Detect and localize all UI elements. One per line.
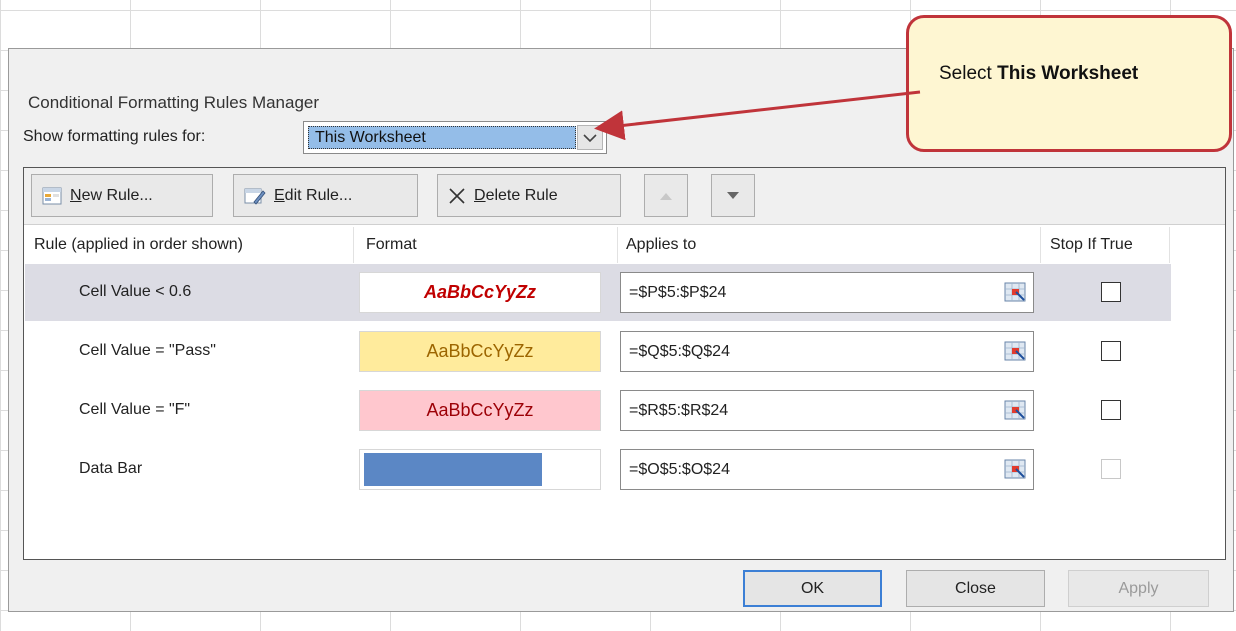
applies-to-field[interactable]: =$Q$5:$Q$24 (620, 331, 1034, 372)
stop-if-true-checkbox-disabled (1101, 459, 1121, 479)
applies-to-value: =$P$5:$P$24 (629, 284, 727, 301)
rules-panel: New Rule... Edit Rule... Delete Rule Rul… (23, 167, 1226, 560)
edit-rule-icon (244, 186, 266, 206)
range-select-icon[interactable] (1002, 338, 1028, 364)
edit-rule-button[interactable]: Edit Rule... (233, 174, 418, 217)
show-rules-for-dropdown[interactable]: This Worksheet (303, 121, 607, 154)
column-header-applies-to: Applies to (626, 227, 1041, 263)
triangle-down-icon (727, 191, 739, 199)
ok-button[interactable]: OK (743, 570, 882, 607)
applies-to-field[interactable]: =$O$5:$O$24 (620, 449, 1034, 490)
callout-text-bold: This Worksheet (997, 63, 1139, 84)
annotation-callout: Select This Worksheet (906, 15, 1232, 152)
callout-text-prefix: Select (939, 63, 998, 84)
new-rule-button[interactable]: New Rule... (31, 174, 213, 217)
applies-to-value: =$O$5:$O$24 (629, 461, 730, 478)
callout-text: Select This Worksheet (939, 63, 1138, 85)
applies-to-field[interactable]: =$R$5:$R$24 (620, 390, 1034, 431)
show-rules-for-label: Show formatting rules for: (23, 128, 206, 145)
column-header-rule: Rule (applied in order shown) (34, 227, 354, 263)
new-rule-label: New Rule... (70, 186, 153, 204)
close-icon (448, 187, 466, 205)
rule-description: Cell Value = "F" (79, 401, 191, 418)
column-header-format: Format (366, 227, 618, 263)
format-preview: AaBbCcYyZz (359, 272, 601, 313)
applies-to-value: =$R$5:$R$24 (629, 402, 729, 419)
applies-to-value: =$Q$5:$Q$24 (629, 343, 730, 360)
format-preview: AaBbCcYyZz (359, 331, 601, 372)
new-rule-icon (42, 187, 62, 205)
range-select-icon[interactable] (1002, 279, 1028, 305)
applies-to-field[interactable]: =$P$5:$P$24 (620, 272, 1034, 313)
data-bar-preview (364, 453, 542, 486)
rule-description: Cell Value = "Pass" (79, 342, 216, 359)
column-header-stop-if-true: Stop If True (1050, 227, 1170, 263)
rule-row[interactable]: Cell Value = "F" AaBbCcYyZz =$R$5:$R$24 (25, 382, 1171, 439)
show-rules-for-value: This Worksheet (308, 126, 576, 149)
stop-if-true-checkbox[interactable] (1101, 400, 1121, 420)
rule-description: Cell Value < 0.6 (79, 283, 192, 300)
stop-if-true-checkbox[interactable] (1101, 282, 1121, 302)
stop-if-true-checkbox[interactable] (1101, 341, 1121, 361)
range-select-icon[interactable] (1002, 397, 1028, 423)
delete-rule-button[interactable]: Delete Rule (437, 174, 621, 217)
rule-row[interactable]: Cell Value < 0.6 AaBbCcYyZz =$P$5:$P$24 (25, 264, 1171, 321)
rule-description: Data Bar (79, 460, 143, 477)
move-up-button[interactable] (644, 174, 688, 217)
apply-button[interactable]: Apply (1068, 570, 1209, 607)
range-select-icon[interactable] (1002, 456, 1028, 482)
close-button[interactable]: Close (906, 570, 1045, 607)
edit-rule-label: Edit Rule... (274, 186, 353, 204)
triangle-up-icon (660, 192, 672, 200)
chevron-down-icon[interactable] (577, 125, 603, 150)
move-down-button[interactable] (711, 174, 755, 217)
dialog-title: Conditional Formatting Rules Manager (28, 93, 320, 112)
rule-row[interactable]: Cell Value = "Pass" AaBbCcYyZz =$Q$5:$Q$… (25, 323, 1171, 380)
format-preview: AaBbCcYyZz (359, 390, 601, 431)
rules-toolbar: New Rule... Edit Rule... Delete Rule (24, 168, 1225, 225)
format-preview (359, 449, 601, 490)
rule-row[interactable]: Data Bar =$O$5:$O$24 (25, 441, 1171, 498)
delete-rule-label: Delete Rule (474, 186, 558, 204)
